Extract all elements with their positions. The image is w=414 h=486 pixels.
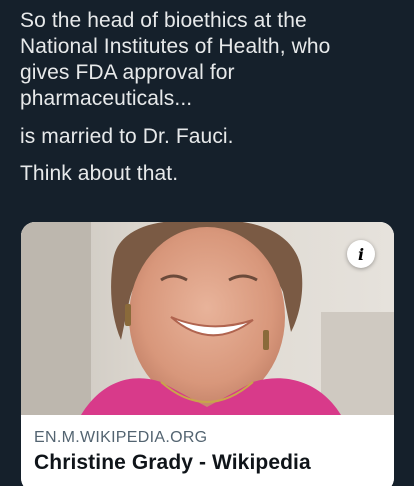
link-title[interactable]: Christine Grady - Wikipedia [34,451,311,475]
link-preview-meta[interactable]: EN.M.WIKIPEDIA.ORG Christine Grady - Wik… [21,415,394,486]
tweet-text: So the head of bioethics at the National… [20,8,400,187]
info-icon[interactable]: i [347,240,375,268]
portrait-photo [21,222,394,415]
tweet-paragraph-1: So the head of bioethics at the National… [20,9,331,110]
link-domain: EN.M.WIKIPEDIA.ORG [34,429,208,446]
link-preview-image[interactable]: i [21,222,394,415]
tweet-paragraph-3: Think about that. [20,162,179,185]
link-preview-card[interactable]: i EN.M.WIKIPEDIA.ORG Christine Grady - W… [21,222,394,486]
tweet-paragraph-2: is married to Dr. Fauci. [20,125,234,148]
